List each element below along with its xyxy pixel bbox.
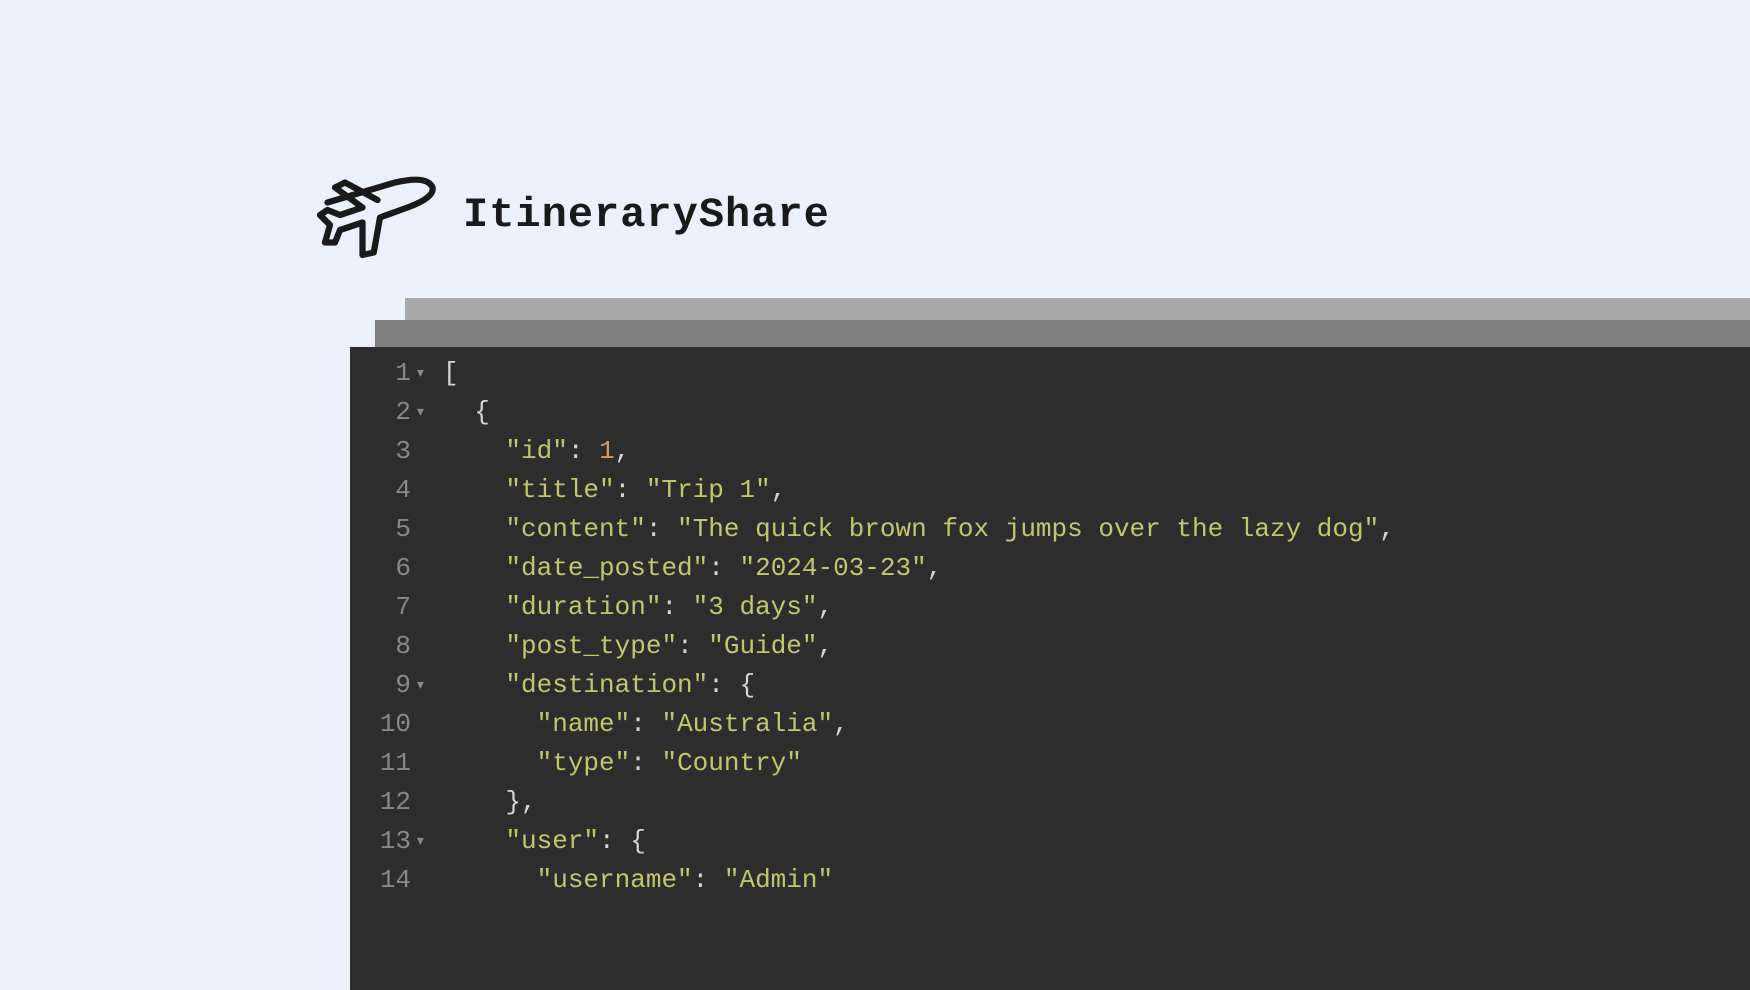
- app-logo: ItineraryShare: [315, 165, 830, 265]
- code-line[interactable]: 7 "duration": "3 days",: [350, 587, 1750, 626]
- line-number: 10: [350, 709, 415, 739]
- airplane-icon: [315, 165, 445, 265]
- line-number: 2: [350, 397, 415, 427]
- line-number: 4: [350, 475, 415, 505]
- fold-toggle-icon[interactable]: ▾: [415, 674, 435, 696]
- code-line[interactable]: 6 "date_posted": "2024-03-23",: [350, 548, 1750, 587]
- code-content: "title": "Trip 1",: [435, 475, 786, 505]
- code-content: "destination": {: [435, 670, 755, 700]
- line-number: 7: [350, 592, 415, 622]
- code-line[interactable]: 12 },: [350, 782, 1750, 821]
- code-line[interactable]: 1▾[: [350, 353, 1750, 392]
- code-editor[interactable]: 1▾[2▾ {3 "id": 1,4 "title": "Trip 1",5 "…: [350, 347, 1750, 990]
- line-number: 13: [350, 826, 415, 856]
- fold-toggle-icon[interactable]: ▾: [415, 362, 435, 384]
- code-content: },: [435, 787, 537, 817]
- code-content: "id": 1,: [435, 436, 630, 466]
- code-line[interactable]: 2▾ {: [350, 392, 1750, 431]
- fold-toggle-icon[interactable]: ▾: [415, 830, 435, 852]
- code-line[interactable]: 14 "username": "Admin": [350, 860, 1750, 899]
- code-content: "type": "Country": [435, 748, 802, 778]
- line-number: 14: [350, 865, 415, 895]
- line-number: 12: [350, 787, 415, 817]
- code-content: [: [435, 358, 459, 388]
- code-line[interactable]: 9▾ "destination": {: [350, 665, 1750, 704]
- line-number: 3: [350, 436, 415, 466]
- line-number: 6: [350, 553, 415, 583]
- code-content: "user": {: [435, 826, 646, 856]
- app-title: ItineraryShare: [463, 191, 830, 239]
- line-number: 5: [350, 514, 415, 544]
- code-line[interactable]: 3 "id": 1,: [350, 431, 1750, 470]
- code-content: "username": "Admin": [435, 865, 833, 895]
- fold-toggle-icon[interactable]: ▾: [415, 401, 435, 423]
- line-number: 9: [350, 670, 415, 700]
- code-content: "date_posted": "2024-03-23",: [435, 553, 942, 583]
- code-content: "name": "Australia",: [435, 709, 849, 739]
- code-content: "duration": "3 days",: [435, 592, 833, 622]
- line-number: 11: [350, 748, 415, 778]
- code-line[interactable]: 8 "post_type": "Guide",: [350, 626, 1750, 665]
- code-line[interactable]: 4 "title": "Trip 1",: [350, 470, 1750, 509]
- code-content: "post_type": "Guide",: [435, 631, 833, 661]
- code-content: "content": "The quick brown fox jumps ov…: [435, 514, 1395, 544]
- code-line[interactable]: 10 "name": "Australia",: [350, 704, 1750, 743]
- code-line[interactable]: 5 "content": "The quick brown fox jumps …: [350, 509, 1750, 548]
- code-line[interactable]: 13▾ "user": {: [350, 821, 1750, 860]
- line-number: 1: [350, 358, 415, 388]
- code-content: {: [435, 397, 490, 427]
- line-number: 8: [350, 631, 415, 661]
- code-line[interactable]: 11 "type": "Country": [350, 743, 1750, 782]
